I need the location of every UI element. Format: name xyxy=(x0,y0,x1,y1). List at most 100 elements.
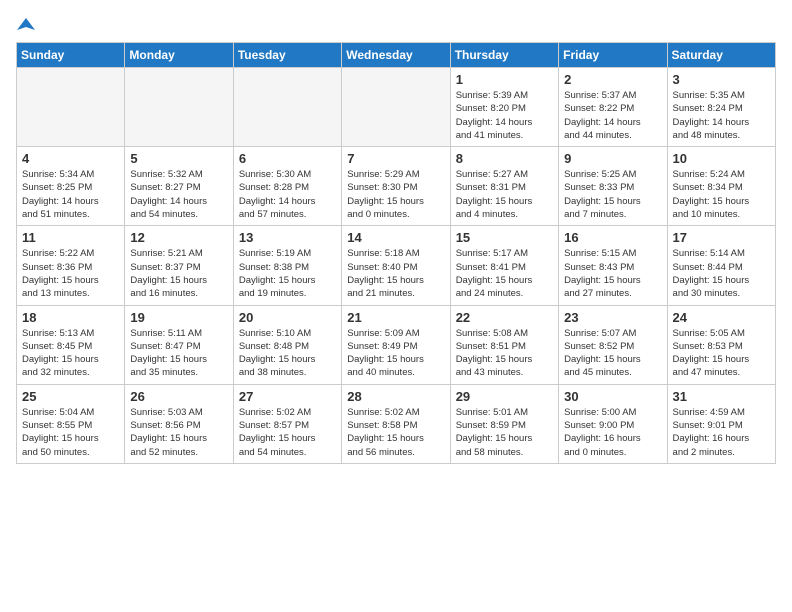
calendar-cell: 2Sunrise: 5:37 AMSunset: 8:22 PMDaylight… xyxy=(559,68,667,147)
calendar-cell: 11Sunrise: 5:22 AMSunset: 8:36 PMDayligh… xyxy=(17,226,125,305)
day-number: 20 xyxy=(239,310,336,325)
day-info: Sunrise: 5:08 AMSunset: 8:51 PMDaylight:… xyxy=(456,327,553,380)
weekday-header-row: SundayMondayTuesdayWednesdayThursdayFrid… xyxy=(17,43,776,68)
day-number: 1 xyxy=(456,72,553,87)
weekday-header-sunday: Sunday xyxy=(17,43,125,68)
day-number: 8 xyxy=(456,151,553,166)
day-info: Sunrise: 5:11 AMSunset: 8:47 PMDaylight:… xyxy=(130,327,227,380)
calendar-cell: 9 Sunrise: 5:25 AMSunset: 8:33 PMDaylight… xyxy=(559,147,667,226)
day-info: Sunrise: 5:07 AMSunset: 8:52 PMDaylight:… xyxy=(564,327,661,380)
day-info: Sunrise: 5:18 AMSunset: 8:40 PMDaylight:… xyxy=(347,247,444,300)
calendar-cell: 10 Sunrise: 5:24 AMSunset: 8:34 PMDayligh… xyxy=(667,147,775,226)
day-number: 6 xyxy=(239,151,336,166)
calendar-cell: 12 Sunrise: 5:21 AMSunset: 8:37 PMDayligh… xyxy=(125,226,233,305)
logo xyxy=(16,16,35,30)
calendar-cell: 7 Sunrise: 5:29 AMSunset: 8:30 PMDaylight… xyxy=(342,147,450,226)
day-number: 5 xyxy=(130,151,227,166)
day-info: Sunrise: 5:00 AMSunset: 9:00 PMDaylight:… xyxy=(564,406,661,459)
calendar-cell: 5 Sunrise: 5:32 AMSunset: 8:27 PMDaylight… xyxy=(125,147,233,226)
day-number: 18 xyxy=(22,310,119,325)
calendar-cell: 8 Sunrise: 5:27 AMSunset: 8:31 PMDaylight… xyxy=(450,147,558,226)
day-info: Sunrise: 5:09 AMSunset: 8:49 PMDaylight:… xyxy=(347,327,444,380)
calendar-table: SundayMondayTuesdayWednesdayThursdayFrid… xyxy=(16,42,776,464)
day-number: 17 xyxy=(673,230,770,245)
day-number: 29 xyxy=(456,389,553,404)
calendar-cell: 13 Sunrise: 5:19 AMSunset: 8:38 PMDayligh… xyxy=(233,226,341,305)
day-number: 30 xyxy=(564,389,661,404)
calendar-cell: 20 Sunrise: 5:10 AMSunset: 8:48 PMDayligh… xyxy=(233,305,341,384)
calendar-cell: 18Sunrise: 5:13 AMSunset: 8:45 PMDayligh… xyxy=(17,305,125,384)
day-number: 27 xyxy=(239,389,336,404)
week-row-1: 1Sunrise: 5:39 AMSunset: 8:20 PMDaylight… xyxy=(17,68,776,147)
day-number: 22 xyxy=(456,310,553,325)
day-info: Sunrise: 5:02 AMSunset: 8:57 PMDaylight:… xyxy=(239,406,336,459)
day-number: 12 xyxy=(130,230,227,245)
calendar-cell: 26Sunrise: 5:03 AMSunset: 8:56 PMDayligh… xyxy=(125,384,233,463)
day-number: 21 xyxy=(347,310,444,325)
calendar-cell: 1Sunrise: 5:39 AMSunset: 8:20 PMDaylight… xyxy=(450,68,558,147)
day-number: 28 xyxy=(347,389,444,404)
day-number: 15 xyxy=(456,230,553,245)
calendar-cell: 28 Sunrise: 5:02 AMSunset: 8:58 PMDayligh… xyxy=(342,384,450,463)
weekday-header-saturday: Saturday xyxy=(667,43,775,68)
day-info: Sunrise: 5:15 AMSunset: 8:43 PMDaylight:… xyxy=(564,247,661,300)
day-number: 9 xyxy=(564,151,661,166)
day-info: Sunrise: 4:59 AMSunset: 9:01 PMDaylight:… xyxy=(673,406,770,459)
calendar-cell: 31 Sunrise: 4:59 AMSunset: 9:01 PMDayligh… xyxy=(667,384,775,463)
calendar-cell: 24 Sunrise: 5:05 AMSunset: 8:53 PMDayligh… xyxy=(667,305,775,384)
calendar-cell xyxy=(17,68,125,147)
calendar-cell: 15 Sunrise: 5:17 AMSunset: 8:41 PMDayligh… xyxy=(450,226,558,305)
calendar-cell: 3 Sunrise: 5:35 AMSunset: 8:24 PMDaylight… xyxy=(667,68,775,147)
day-info: Sunrise: 5:17 AMSunset: 8:41 PMDaylight:… xyxy=(456,247,553,300)
calendar-cell: 30 Sunrise: 5:00 AMSunset: 9:00 PMDayligh… xyxy=(559,384,667,463)
day-number: 25 xyxy=(22,389,119,404)
weekday-header-tuesday: Tuesday xyxy=(233,43,341,68)
day-number: 26 xyxy=(130,389,227,404)
logo-bird-icon xyxy=(17,16,35,34)
day-info: Sunrise: 5:04 AMSunset: 8:55 PMDaylight:… xyxy=(22,406,119,459)
week-row-2: 4Sunrise: 5:34 AMSunset: 8:25 PMDaylight… xyxy=(17,147,776,226)
day-number: 31 xyxy=(673,389,770,404)
calendar-cell: 14 Sunrise: 5:18 AMSunset: 8:40 PMDayligh… xyxy=(342,226,450,305)
day-info: Sunrise: 5:27 AMSunset: 8:31 PMDaylight:… xyxy=(456,168,553,221)
week-row-4: 18Sunrise: 5:13 AMSunset: 8:45 PMDayligh… xyxy=(17,305,776,384)
day-info: Sunrise: 5:19 AMSunset: 8:38 PMDaylight:… xyxy=(239,247,336,300)
calendar-cell: 23 Sunrise: 5:07 AMSunset: 8:52 PMDayligh… xyxy=(559,305,667,384)
calendar-cell: 21 Sunrise: 5:09 AMSunset: 8:49 PMDayligh… xyxy=(342,305,450,384)
day-info: Sunrise: 5:32 AMSunset: 8:27 PMDaylight:… xyxy=(130,168,227,221)
page-header xyxy=(16,16,776,30)
day-info: Sunrise: 5:14 AMSunset: 8:44 PMDaylight:… xyxy=(673,247,770,300)
day-number: 7 xyxy=(347,151,444,166)
day-info: Sunrise: 5:10 AMSunset: 8:48 PMDaylight:… xyxy=(239,327,336,380)
day-number: 23 xyxy=(564,310,661,325)
day-info: Sunrise: 5:35 AMSunset: 8:24 PMDaylight:… xyxy=(673,89,770,142)
calendar-cell: 27 Sunrise: 5:02 AMSunset: 8:57 PMDayligh… xyxy=(233,384,341,463)
day-number: 2 xyxy=(564,72,661,87)
weekday-header-monday: Monday xyxy=(125,43,233,68)
day-info: Sunrise: 5:25 AMSunset: 8:33 PMDaylight:… xyxy=(564,168,661,221)
calendar-cell: 29 Sunrise: 5:01 AMSunset: 8:59 PMDayligh… xyxy=(450,384,558,463)
day-info: Sunrise: 5:01 AMSunset: 8:59 PMDaylight:… xyxy=(456,406,553,459)
day-number: 16 xyxy=(564,230,661,245)
calendar-cell: 22 Sunrise: 5:08 AMSunset: 8:51 PMDayligh… xyxy=(450,305,558,384)
day-info: Sunrise: 5:29 AMSunset: 8:30 PMDaylight:… xyxy=(347,168,444,221)
day-number: 10 xyxy=(673,151,770,166)
calendar-cell: 25 Sunrise: 5:04 AMSunset: 8:55 PMDayligh… xyxy=(17,384,125,463)
calendar-cell xyxy=(233,68,341,147)
day-info: Sunrise: 5:24 AMSunset: 8:34 PMDaylight:… xyxy=(673,168,770,221)
day-info: Sunrise: 5:21 AMSunset: 8:37 PMDaylight:… xyxy=(130,247,227,300)
day-info: Sunrise: 5:22 AMSunset: 8:36 PMDaylight:… xyxy=(22,247,119,300)
weekday-header-friday: Friday xyxy=(559,43,667,68)
calendar-cell: 16 Sunrise: 5:15 AMSunset: 8:43 PMDayligh… xyxy=(559,226,667,305)
calendar-cell xyxy=(342,68,450,147)
day-info: Sunrise: 5:34 AMSunset: 8:25 PMDaylight:… xyxy=(22,168,119,221)
day-number: 3 xyxy=(673,72,770,87)
day-number: 24 xyxy=(673,310,770,325)
day-number: 13 xyxy=(239,230,336,245)
calendar-cell: 17 Sunrise: 5:14 AMSunset: 8:44 PMDayligh… xyxy=(667,226,775,305)
calendar-cell xyxy=(125,68,233,147)
week-row-5: 25 Sunrise: 5:04 AMSunset: 8:55 PMDayligh… xyxy=(17,384,776,463)
day-info: Sunrise: 5:05 AMSunset: 8:53 PMDaylight:… xyxy=(673,327,770,380)
day-number: 14 xyxy=(347,230,444,245)
day-info: Sunrise: 5:02 AMSunset: 8:58 PMDaylight:… xyxy=(347,406,444,459)
